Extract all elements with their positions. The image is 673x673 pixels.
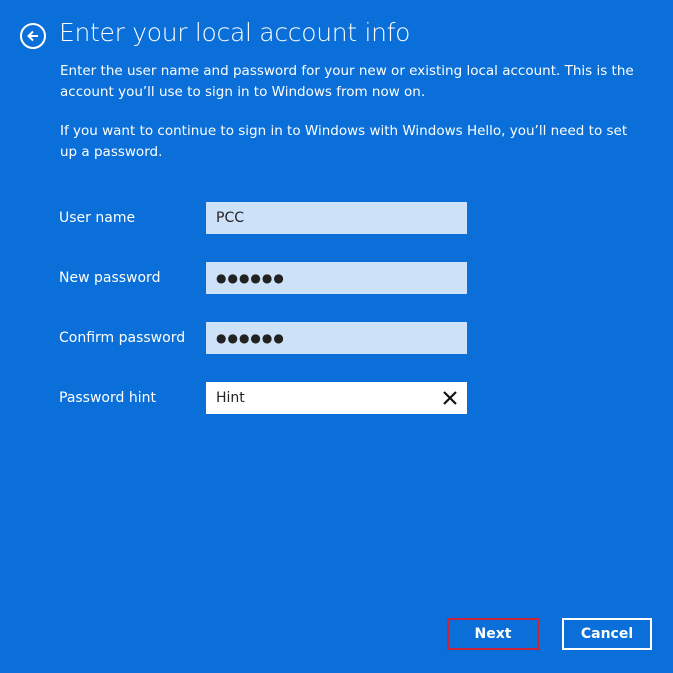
confirm-password-row: Confirm password ●●●●●● [59, 322, 467, 354]
username-input[interactable]: PCC [206, 202, 467, 234]
confirm-password-input[interactable]: ●●●●●● [206, 322, 467, 354]
username-row: User name PCC [59, 202, 467, 234]
close-icon[interactable] [441, 389, 459, 407]
new-password-row: New password ●●●●●● [59, 262, 467, 294]
next-button[interactable]: Next [447, 618, 539, 650]
confirm-password-label: Confirm password [59, 330, 186, 346]
description-text: Enter the user name and password for you… [60, 63, 634, 100]
password-hint-input[interactable]: Hint [206, 382, 467, 414]
page-title: Enter your local account info [59, 18, 411, 47]
username-label: User name [59, 210, 136, 226]
password-hint-row: Password hint Hint [59, 382, 467, 414]
password-hint-value: Hint [216, 390, 245, 406]
password-hint-label: Password hint [59, 390, 156, 406]
username-value: PCC [216, 210, 244, 226]
cancel-button[interactable]: Cancel [562, 618, 652, 650]
new-password-input[interactable]: ●●●●●● [206, 262, 467, 294]
new-password-value: ●●●●●● [216, 271, 285, 285]
arrow-left-icon [27, 30, 38, 42]
back-button[interactable] [20, 23, 46, 49]
confirm-password-value: ●●●●●● [216, 331, 285, 345]
new-password-label: New password [59, 270, 161, 286]
hello-note-text: If you want to continue to sign in to Wi… [60, 123, 628, 160]
